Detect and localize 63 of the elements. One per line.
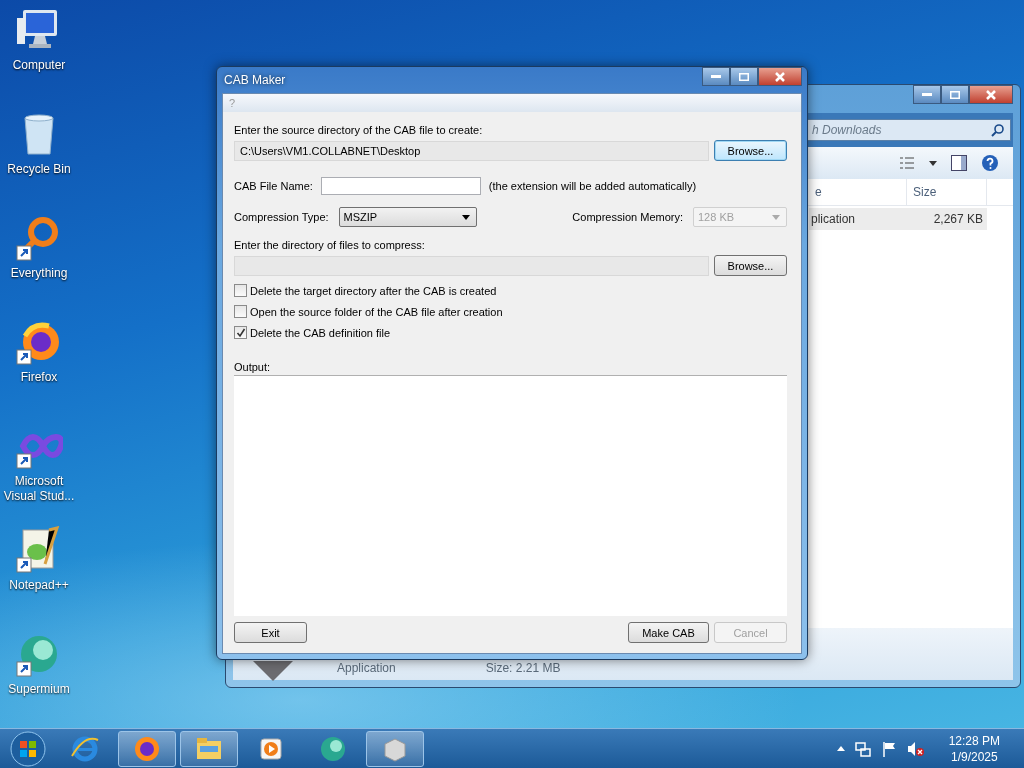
maximize-button[interactable] [730, 67, 758, 86]
close-icon [986, 89, 996, 100]
dropdown-arrow-icon [461, 214, 470, 220]
minimize-button[interactable] [913, 85, 941, 104]
field-label: CAB File Name: [234, 180, 313, 192]
field-label: Compression Memory: [572, 211, 683, 223]
details-size: Size: 2.21 MB [485, 661, 561, 675]
hint-text: (the extension will be added automatically) [488, 180, 697, 192]
preview-pane-icon[interactable] [951, 155, 967, 171]
help-icon[interactable] [981, 154, 999, 172]
taskbar-button[interactable] [180, 730, 238, 767]
checkbox-label[interactable]: Open the source folder of the CAB file after creation [250, 305, 503, 318]
start-button[interactable] [10, 730, 46, 767]
field-label: Output: [234, 361, 272, 373]
taskbar-button[interactable] [118, 730, 176, 767]
file-name-field[interactable] [320, 177, 481, 195]
dialog-button[interactable]: Exit [234, 622, 307, 643]
clock-date[interactable]: 1/9/2025 [950, 748, 998, 765]
view-list-icon[interactable] [899, 156, 915, 170]
checkbox-label[interactable]: Delete the CAB definition file [250, 326, 391, 339]
desktop-icon-label[interactable]: Firefox [1, 370, 77, 385]
maximize-icon [739, 72, 749, 81]
close-button[interactable] [969, 85, 1013, 104]
dialog-button[interactable]: Make CAB [628, 622, 709, 643]
browse-button[interactable]: Browse... [714, 140, 787, 161]
flag-icon[interactable] [880, 740, 897, 757]
speaker-muted-icon[interactable] [906, 740, 925, 757]
maximize-button[interactable] [941, 85, 969, 104]
column-header[interactable]: e [809, 179, 907, 205]
path-field[interactable]: C:\Users\VM1.COLLABNET\Desktop [234, 140, 709, 161]
desktop-icon-label[interactable]: Computer [1, 58, 77, 73]
maximize-icon [950, 90, 960, 99]
file-size: 2,267 KB [907, 208, 987, 230]
desktop-icon-label[interactable]: Everything [1, 266, 77, 281]
compression-type-dropdown[interactable]: MSZIP [338, 207, 477, 227]
field-label: Enter the source directory of the CAB file to create: [234, 124, 484, 136]
network-icon[interactable] [854, 740, 871, 757]
browse-button[interactable]: Browse... [714, 255, 787, 276]
checkbox[interactable] [234, 326, 247, 339]
file-type: plication [809, 208, 907, 230]
desktop-icon-label[interactable]: Microsoft Visual Stud... [1, 474, 77, 504]
desktop-icon-label[interactable]: Recycle Bin [1, 162, 77, 177]
details-type: Application [337, 661, 396, 675]
desktop-icon-label[interactable]: Notepad++ [1, 578, 77, 593]
directory-field[interactable] [234, 255, 709, 276]
window-title: CAB Maker [223, 72, 286, 89]
minimize-icon [922, 92, 932, 97]
close-button[interactable] [758, 67, 802, 86]
dropdown-arrow-icon [772, 214, 780, 220]
field-label: Compression Type: [234, 211, 329, 223]
taskbar-button[interactable] [366, 730, 424, 767]
field-label: Enter the directory of files to compress: [234, 239, 426, 251]
checkbox[interactable] [234, 305, 247, 318]
search-field[interactable]: h Downloads [807, 119, 1011, 141]
column-header[interactable]: Size [907, 179, 987, 205]
close-icon [775, 71, 785, 82]
search-icon [991, 123, 1005, 137]
checkbox-label[interactable]: Delete the target directory after the CAB is created [250, 284, 497, 297]
minimize-button[interactable] [702, 67, 730, 86]
dropdown-caret-icon[interactable] [929, 160, 937, 166]
checkbox[interactable] [234, 284, 247, 297]
minimize-icon [711, 74, 721, 79]
clock-time[interactable]: 12:28 PM [948, 732, 1000, 749]
